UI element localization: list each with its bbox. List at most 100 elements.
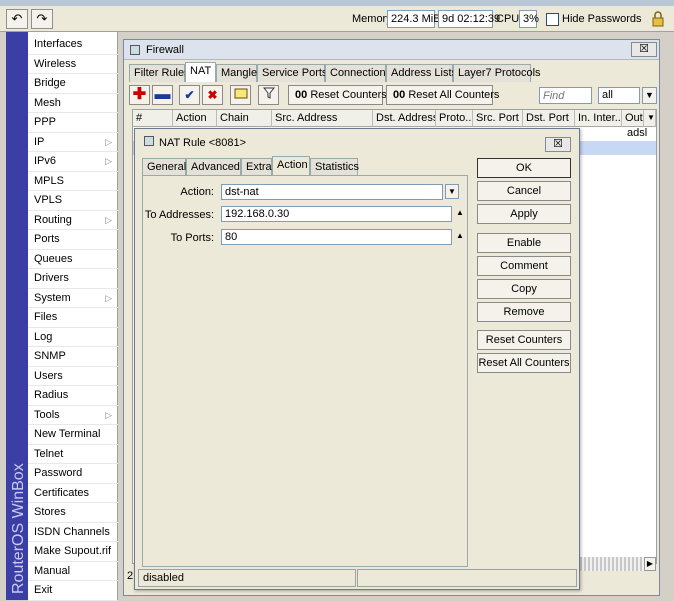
column-header[interactable]: # [133, 110, 173, 127]
menu-item-vpls[interactable]: VPLS [28, 191, 118, 211]
scroll-right-button[interactable]: ▶ [644, 557, 656, 571]
menu-item-certificates[interactable]: Certificates [28, 484, 118, 503]
menu-item-ipv6[interactable]: IPv6 ▷ [28, 152, 118, 172]
menu-item-snmp[interactable]: SNMP [28, 347, 118, 367]
menu-item-tools[interactable]: Tools ▷ [28, 406, 118, 425]
tab-mangle[interactable]: Mangle [216, 64, 257, 82]
firewall-title-bar[interactable]: Firewall ☒ [124, 40, 659, 60]
column-header[interactable]: Src. Port [473, 110, 523, 127]
nat-rule-dialog: NAT Rule <8081> ☒ General Advanced Extra Ac… [134, 128, 580, 590]
menu-item-label: Tools [34, 408, 60, 421]
column-header[interactable]: Proto... [436, 110, 473, 127]
horizontal-scrollbar[interactable] [580, 557, 644, 571]
menu-item-routing[interactable]: Routing ▷ [28, 211, 118, 230]
nat-dialog-close-button[interactable]: ☒ [545, 137, 571, 152]
to-ports-input[interactable]: 80 [221, 229, 452, 245]
menu-item-wireless[interactable]: Wireless [28, 55, 118, 74]
reset-counters-button[interactable]: Reset Counters [477, 330, 571, 350]
top-toolbar: ↶ ↷ Memory: 224.3 MiB 9d 02:12:39 CPU: 3… [0, 6, 674, 32]
menu-item-password[interactable]: Password [28, 464, 118, 484]
menu-item-mpls[interactable]: MPLS [28, 172, 118, 191]
status-field: disabled [138, 569, 356, 587]
tab-connections[interactable]: Connections [325, 64, 391, 82]
enable-button[interactable]: Enable [477, 233, 571, 253]
column-header[interactable]: Dst. Address [373, 110, 436, 127]
menu-item-exit[interactable]: Exit [28, 581, 118, 601]
disable-rule-button[interactable]: ✖ [202, 85, 223, 105]
menu-item-bridge[interactable]: Bridge [28, 74, 118, 94]
x-icon: ✖ [207, 88, 218, 102]
menu-item-label: Make Supout.rif [34, 545, 112, 557]
filter-button[interactable] [258, 85, 279, 105]
menu-item-telnet[interactable]: Telnet [28, 445, 118, 464]
submenu-arrow-icon: ▷ [105, 214, 112, 225]
menu-item-mesh[interactable]: Mesh [28, 94, 118, 113]
nat-tab-statistics[interactable]: Statistics [310, 158, 359, 176]
action-select[interactable]: dst-nat [221, 184, 443, 200]
menu-item-ppp[interactable]: PPP [28, 113, 118, 133]
nat-tab-advanced[interactable]: Advanced [186, 158, 241, 176]
firewall-close-button[interactable]: ☒ [631, 42, 657, 57]
comment-button[interactable]: Comment [477, 256, 571, 276]
menu-item-users[interactable]: Users [28, 367, 118, 386]
menu-item-system[interactable]: System ▷ [28, 289, 118, 308]
nat-tab-general[interactable]: General [142, 158, 186, 176]
nat-tab-action[interactable]: Action [272, 156, 310, 176]
ok-button[interactable]: OK [477, 158, 571, 178]
menu-item-interfaces[interactable]: Interfaces [28, 35, 118, 55]
submenu-arrow-icon: ▷ [105, 409, 112, 420]
copy-button[interactable]: Copy [477, 279, 571, 299]
menu-item-label: Wireless [34, 57, 77, 70]
nat-dialog-title-bar[interactable]: NAT Rule <8081> ☒ [135, 129, 579, 153]
menu-item-make-supout-rif[interactable]: Make Supout.rif [28, 542, 118, 562]
to-addresses-collapse-button[interactable]: ▲ [453, 206, 467, 221]
action-dropdown-button[interactable]: ▼ [445, 184, 459, 199]
reset-all-counters-button[interactable]: 00 Reset All Counters [386, 85, 499, 105]
menu-item-ip[interactable]: IP ▷ [28, 133, 118, 152]
tab-address-lists[interactable]: Address Lists [386, 64, 457, 82]
menu-item-files[interactable]: Files [28, 308, 118, 328]
menu-item-radius[interactable]: Radius [28, 386, 118, 406]
nat-tab-extra[interactable]: Extra [241, 158, 272, 176]
column-header[interactable]: Action [173, 110, 217, 127]
menu-item-stores[interactable]: Stores [28, 503, 118, 523]
hide-passwords-checkbox[interactable] [546, 13, 559, 26]
filter-select[interactable]: all [598, 87, 640, 104]
reset-all-counters-button[interactable]: Reset All Counters [477, 353, 571, 373]
column-chooser-icon[interactable]: ▼ [644, 110, 656, 127]
tab-filter-rules[interactable]: Filter Rules [129, 64, 190, 82]
filter-dropdown-button[interactable]: ▼ [642, 87, 657, 104]
column-header[interactable]: Chain [217, 110, 272, 127]
to-addresses-input[interactable]: 192.168.0.30 [221, 206, 452, 222]
to-ports-collapse-button[interactable]: ▲ [453, 229, 467, 244]
winbox-banner: RouterOS WinBox [6, 32, 28, 600]
column-header[interactable]: Out [622, 110, 644, 127]
tab-layer7-protocols[interactable]: Layer7 Protocols [453, 64, 541, 82]
menu-item-new-terminal[interactable]: New Terminal [28, 425, 118, 445]
remove-rule-button[interactable]: ▬ [152, 85, 173, 105]
menu-item-ports[interactable]: Ports [28, 230, 118, 250]
lock-icon [652, 11, 664, 27]
tab-nat[interactable]: NAT [185, 62, 216, 82]
redo-button[interactable]: ↷ [31, 9, 53, 29]
menu-item-isdn-channels[interactable]: ISDN Channels [28, 523, 118, 542]
menu-item-manual[interactable]: Manual [28, 562, 118, 581]
add-button[interactable]: ✚ [129, 85, 150, 105]
reset-counters-button[interactable]: 00 Reset Counters [288, 85, 387, 105]
find-input[interactable] [539, 87, 592, 104]
cancel-button[interactable]: Cancel [477, 181, 571, 201]
undo-button[interactable]: ↶ [6, 9, 28, 29]
menu-item-log[interactable]: Log [28, 328, 118, 347]
column-header[interactable]: In. Inter... [575, 110, 622, 127]
tab-service-ports[interactable]: Service Ports [257, 64, 327, 82]
enable-rule-button[interactable]: ✔ [179, 85, 200, 105]
menu-item-drivers[interactable]: Drivers [28, 269, 118, 289]
comment-button[interactable] [230, 85, 251, 105]
menu-item-queues[interactable]: Queues [28, 250, 118, 269]
column-header[interactable]: Src. Address [272, 110, 373, 127]
apply-button[interactable]: Apply [477, 204, 571, 224]
remove-button[interactable]: Remove [477, 302, 571, 322]
menu-item-label: Manual [34, 564, 71, 577]
column-header[interactable]: Dst. Port [523, 110, 575, 127]
submenu-arrow-icon: ▷ [105, 136, 112, 147]
